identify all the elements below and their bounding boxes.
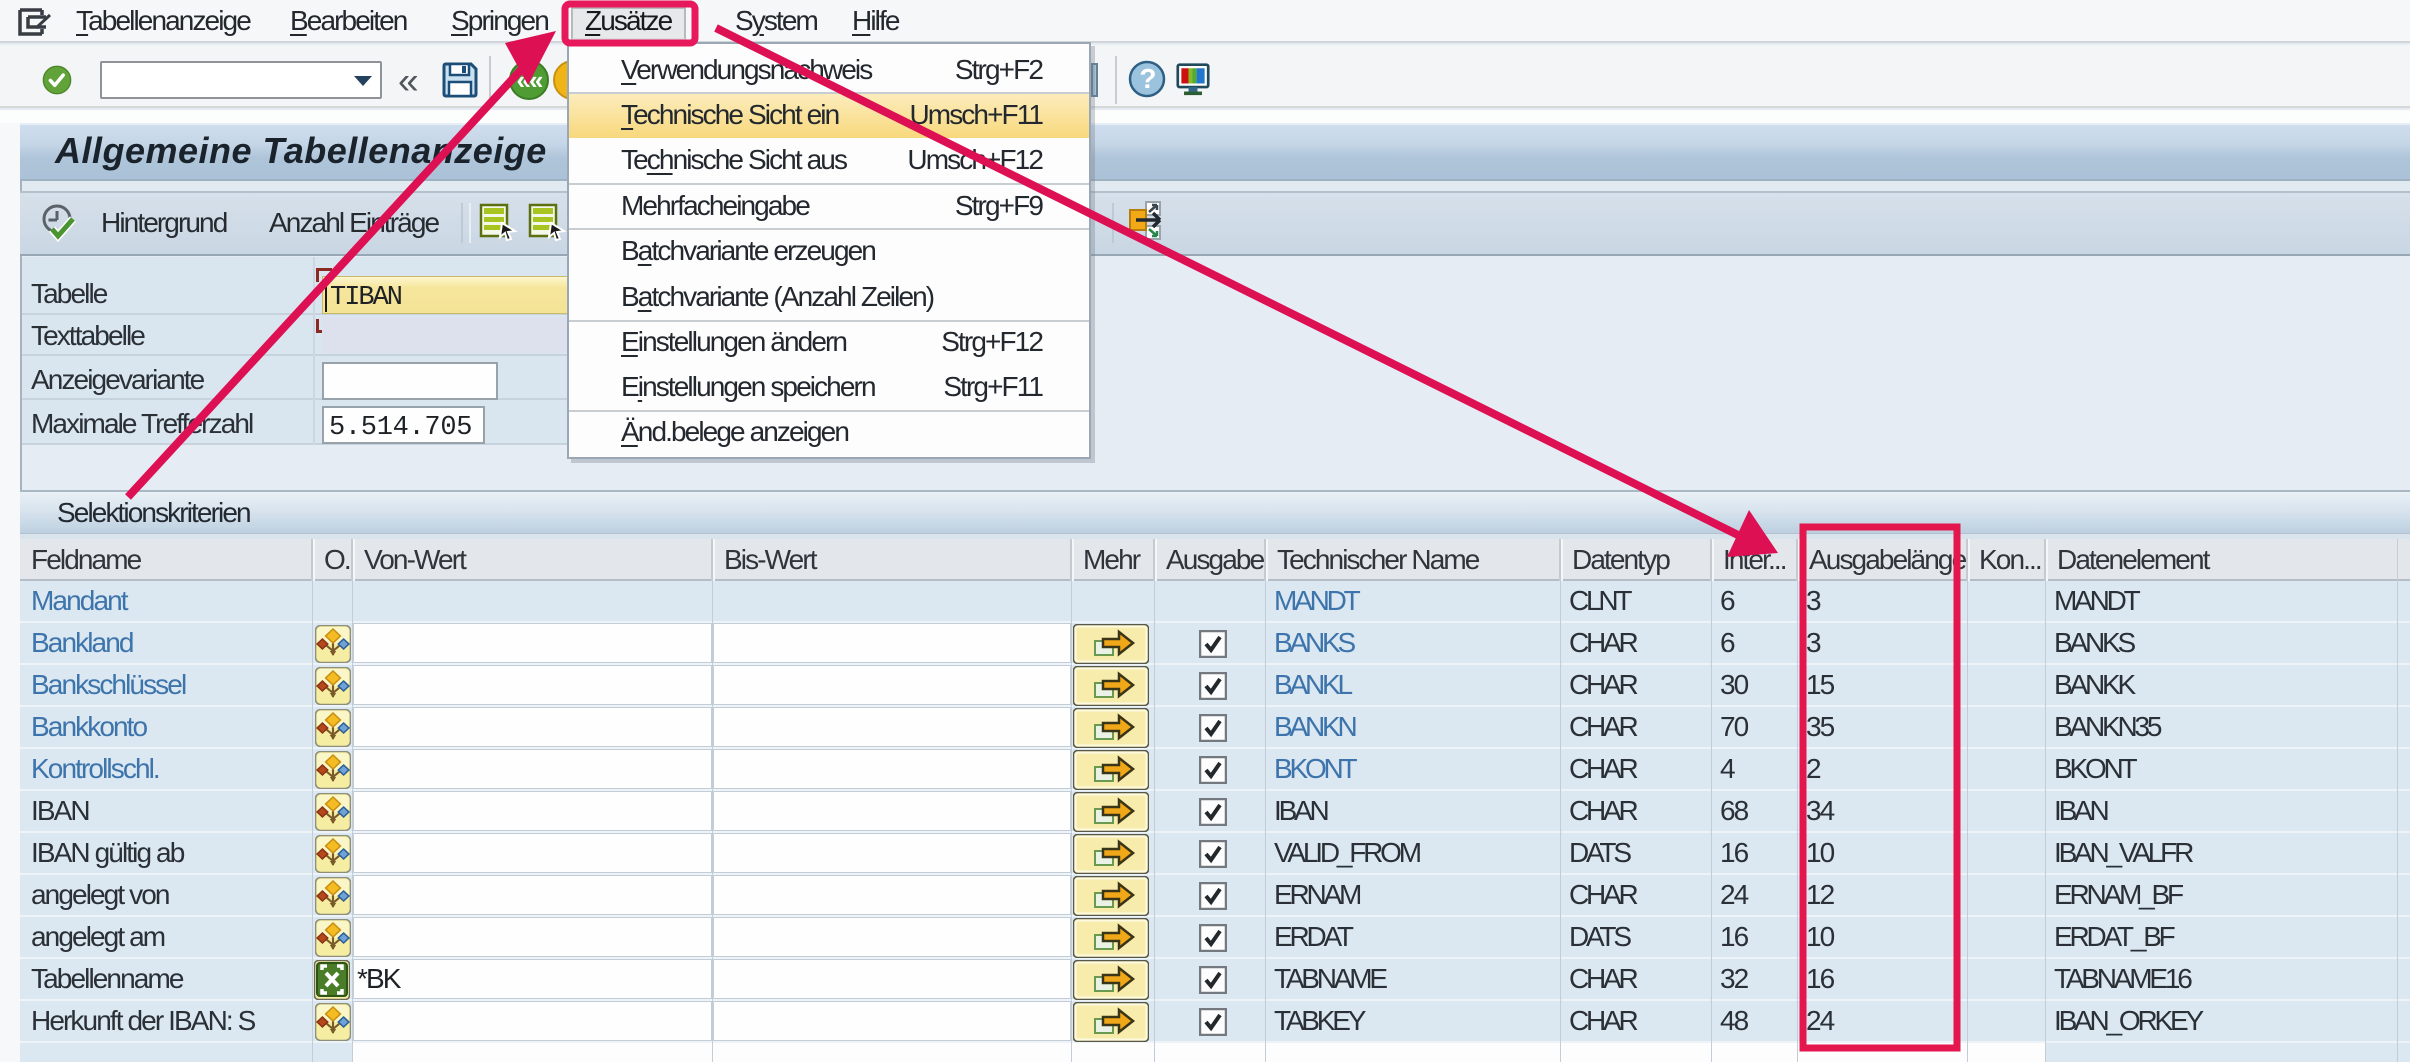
svg-text:?: ?: [1139, 63, 1155, 94]
svg-text:««: ««: [516, 65, 543, 95]
